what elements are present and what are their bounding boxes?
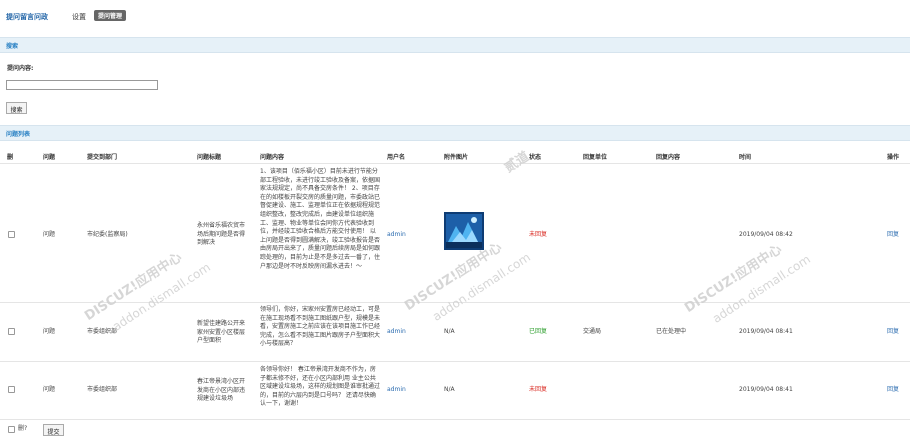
col-content: 问题内容 [260,154,285,161]
col-type: 问题 [43,154,56,161]
row-title: 永州省乐福农贸市场后期问题是否得到解决 [197,222,246,247]
row-attachment: N/A [444,328,455,335]
row-reply-link[interactable]: 回复 [887,328,899,337]
list-section-title: 问题列表 [6,131,31,138]
search-field-label: 提问内容: [7,65,34,72]
top-bar: 提问留言问政 设置 提问管理 [0,0,910,30]
row-delete-checkbox[interactable] [8,386,15,393]
row-divider [0,361,910,362]
row-username[interactable]: admin [387,231,406,240]
row-content: 各领导你好！ 春江帝景湾开发商不作为，房子都未修不好，还在小区内部利用 业主公共… [260,366,381,408]
row-type: 问题 [43,328,56,335]
nav-settings-link[interactable]: 设置 [72,12,86,22]
row-delete-checkbox[interactable] [8,328,15,335]
col-action: 操作 [887,154,900,161]
row-delete-checkbox[interactable] [8,231,15,238]
row-status: 未回复 [529,386,548,393]
row-title: 春江帝景湾小区开发商在小区内部违规建设垃圾场 [197,378,246,403]
row-content: 1、该项目（佰乐福小区）目前未进行节能分部工程验收，未进行竣工验收及备案，依据国… [260,168,381,270]
row-reply-content: 已在处理中 [656,328,687,335]
row-type: 问题 [43,386,56,393]
delete-all-label: 删? [18,425,28,432]
col-attachment: 附件图片 [444,154,469,161]
row-title: 新望佳建路公开来家州安置小区楼层户型面积 [197,320,246,345]
search-section-title: 搜索 [6,43,19,50]
row-content: 领导们，你好，宋家州安置房已经动工，可是在施工现场看不到施工图纸跟户型，规模是未… [260,306,381,348]
row-time: 2019/09/04 08:41 [739,328,793,335]
col-dept: 提交到部门 [87,154,118,161]
col-time: 时间 [739,154,752,161]
row-username[interactable]: admin [387,386,406,395]
attachment-thumbnail-icon [444,212,484,250]
row-attachment-image[interactable] [444,212,484,250]
delete-all-checkbox[interactable] [8,426,15,433]
app-title[interactable]: 提问留言问政 [6,12,48,22]
search-content-input[interactable] [6,80,158,90]
col-title: 问题标题 [197,154,222,161]
row-status: 未回复 [529,231,548,238]
row-reply-unit: 交通局 [583,328,602,335]
watermark-mark: 贰道 [502,149,533,176]
row-time: 2019/09/04 08:41 [739,386,793,393]
row-reply-link[interactable]: 回复 [887,386,899,395]
row-attachment: N/A [444,386,455,393]
search-submit-button[interactable]: 搜索 [6,102,27,114]
list-section-header: 问题列表 [0,125,910,141]
col-user: 用户名 [387,154,406,161]
col-reply-unit: 回复单位 [583,154,608,161]
row-username[interactable]: admin [387,328,406,337]
row-type: 问题 [43,231,56,238]
nav-question-manage-tab[interactable]: 提问管理 [94,10,127,21]
header-divider [0,163,910,164]
submit-button[interactable]: 提交 [43,424,64,436]
row-status: 已回复 [529,328,548,335]
row-reply-link[interactable]: 回复 [887,231,899,240]
row-divider [0,419,910,420]
row-dept: 市委组织部 [87,328,118,335]
col-reply-content: 回复内容 [656,154,681,161]
search-section-header: 搜索 [0,37,910,53]
col-delete: 删 [7,154,14,161]
row-dept: 市纪委(监察局) [87,231,128,238]
row-dept: 市委组织部 [87,386,118,393]
row-time: 2019/09/04 08:42 [739,231,793,238]
